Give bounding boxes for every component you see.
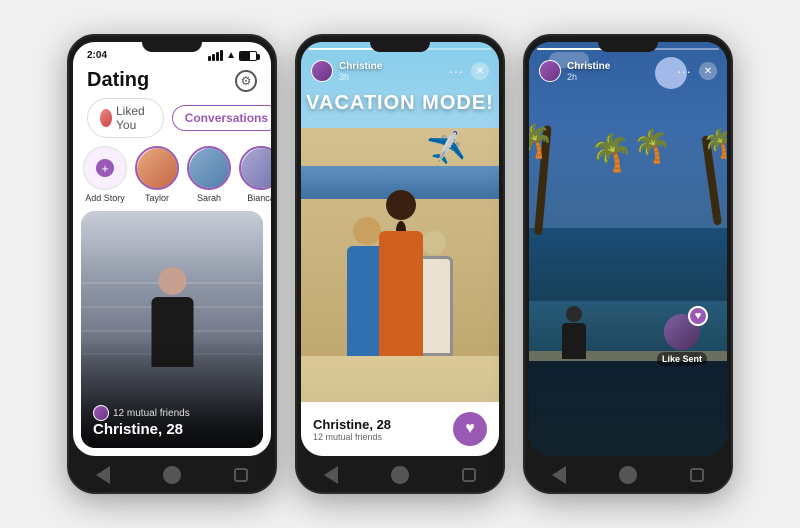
- bianca-label: Bianca: [247, 193, 271, 203]
- liked-you-label: Liked You: [116, 104, 151, 132]
- phone-3-screen: 🌴 🌴 🌴 🌴: [529, 42, 727, 456]
- status-icons: ▲: [208, 50, 257, 61]
- story-sarah[interactable]: Sarah: [187, 146, 231, 203]
- phone-2-notch: [370, 36, 430, 52]
- main-profile-card[interactable]: 12 mutual friends Christine, 28: [81, 211, 263, 448]
- story-3-more-icon[interactable]: ···: [675, 62, 693, 80]
- stories-row: + Add Story Taylor Sarah: [73, 146, 271, 211]
- phone-1-notch: [142, 36, 202, 52]
- back-button-2[interactable]: [324, 466, 338, 484]
- sarah-avatar: [187, 146, 231, 190]
- story-3-header: Christine 2h ··· ✕: [539, 60, 717, 82]
- card-name: Christine, 28: [93, 421, 251, 438]
- story-3-time: 2h: [567, 72, 610, 82]
- story-2-card-name: Christine, 28: [313, 417, 391, 432]
- story-2-card-info: Christine, 28 12 mutual friends: [313, 417, 391, 442]
- story-2-username: Christine: [339, 61, 382, 72]
- silhouette-head: [566, 306, 582, 322]
- card-info: 12 mutual friends Christine, 28: [81, 395, 263, 448]
- like-sent-overlay: ♥ Like Sent: [657, 314, 707, 366]
- story-2-user-info: Christine 3h: [339, 61, 382, 82]
- vacation-text: VACATION MODE!: [301, 92, 499, 115]
- story-2-avatar: [311, 60, 333, 82]
- silhouette-body: [562, 323, 586, 359]
- recents-button-2[interactable]: [462, 468, 476, 482]
- conversations-tab[interactable]: Conversations: [172, 105, 271, 131]
- add-story-plus-icon: +: [96, 159, 114, 177]
- back-button[interactable]: [96, 466, 110, 484]
- people-figures: [335, 176, 465, 356]
- story-bianca[interactable]: Bianca: [239, 146, 271, 203]
- dating-title: Dating: [87, 69, 149, 92]
- battery-icon: [239, 51, 257, 61]
- beach-people-group: [335, 176, 465, 356]
- phone-2-screen: Christine 3h ··· ✕ VACATION MODE! ✈️: [301, 42, 499, 456]
- card-mutual-friends: 12 mutual friends: [93, 405, 251, 421]
- tabs-row: Liked You Conversations: [73, 98, 271, 146]
- story-3-username: Christine: [567, 61, 610, 72]
- conversations-label: Conversations: [185, 111, 268, 125]
- story-3-avatar: [539, 60, 561, 82]
- taylor-label: Taylor: [145, 193, 169, 203]
- phone-3: 🌴 🌴 🌴 🌴: [523, 34, 733, 494]
- mutual-friends-text: 12 mutual friends: [113, 408, 190, 419]
- sarah-label: Sarah: [197, 193, 221, 203]
- gear-icon[interactable]: ⚙: [235, 70, 257, 92]
- taylor-avatar: [135, 146, 179, 190]
- story-2-card-bottom: Christine, 28 12 mutual friends ♥: [301, 402, 499, 456]
- story-3-close-icon[interactable]: ✕: [699, 62, 717, 80]
- add-story-circle: +: [83, 146, 127, 190]
- phone-3-notch: [598, 36, 658, 52]
- story-3-bottom: [529, 361, 727, 456]
- bianca-avatar: [239, 146, 271, 190]
- phone-3-nav: [525, 460, 731, 492]
- card-mini-avatar: [93, 405, 109, 421]
- like-sent-label: Like Sent: [657, 352, 707, 366]
- like-sent-heart-icon: ♥: [688, 306, 708, 326]
- home-button-3[interactable]: [619, 466, 637, 484]
- add-story-label: Add Story: [85, 193, 125, 203]
- story-2-header: Christine 3h ··· ✕: [311, 60, 489, 82]
- story-2-more-icon[interactable]: ···: [447, 62, 465, 80]
- story-taylor[interactable]: Taylor: [135, 146, 179, 203]
- liked-avatar: [100, 109, 112, 127]
- status-time: 2:04: [87, 50, 107, 61]
- phone-2: Christine 3h ··· ✕ VACATION MODE! ✈️: [295, 34, 505, 494]
- back-button-3[interactable]: [552, 466, 566, 484]
- phone-1-nav: [69, 460, 275, 492]
- pool-person-silhouette: [559, 306, 589, 361]
- recents-button[interactable]: [234, 468, 248, 482]
- phone-1-screen: 2:04 ▲ Dating ⚙: [73, 42, 271, 456]
- phone-2-nav: [297, 460, 503, 492]
- story-2-time: 3h: [339, 72, 382, 82]
- wifi-icon: ▲: [226, 50, 236, 61]
- story-2-mutual: 12 mutual friends: [313, 432, 391, 442]
- add-story-item[interactable]: + Add Story: [83, 146, 127, 203]
- like-sent-avatar-container: ♥: [664, 314, 700, 350]
- home-button[interactable]: [163, 466, 181, 484]
- phone-1: 2:04 ▲ Dating ⚙: [67, 34, 277, 494]
- like-button[interactable]: ♥: [453, 412, 487, 446]
- home-button-2[interactable]: [391, 466, 409, 484]
- dating-header: Dating ⚙: [73, 65, 271, 98]
- liked-you-tab[interactable]: Liked You: [87, 98, 164, 138]
- story-2-close-icon[interactable]: ✕: [471, 62, 489, 80]
- recents-button-3[interactable]: [690, 468, 704, 482]
- story-3-user-info: Christine 2h: [567, 61, 610, 82]
